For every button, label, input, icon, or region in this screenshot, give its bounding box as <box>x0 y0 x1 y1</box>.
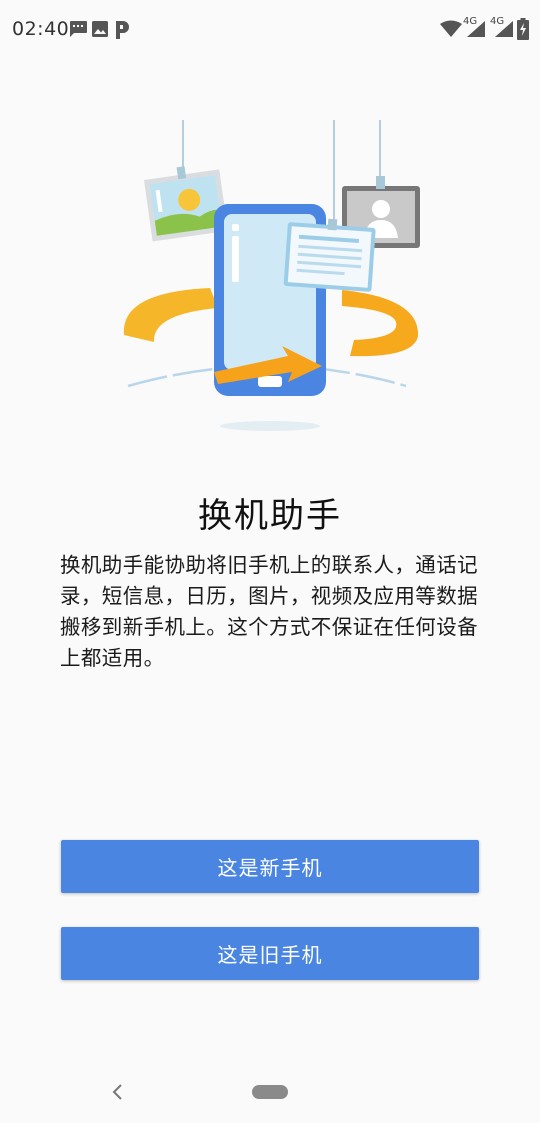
message-icon <box>70 21 87 37</box>
signal-icon <box>467 21 485 37</box>
navigation-bar <box>0 1065 540 1123</box>
status-time: 02:40 <box>12 18 70 40</box>
page-title: 换机助手 <box>198 496 342 536</box>
status-bar: 02:40 4G 4G <box>0 0 540 58</box>
phone-transfer-illustration <box>123 120 420 431</box>
image-icon <box>92 21 108 37</box>
home-pill-icon[interactable] <box>252 1085 288 1099</box>
battery-charging-icon <box>517 18 529 40</box>
page-description: 换机助手能协助将旧手机上的联系人，通话记录，短信息，日历，图片，视频及应用等数据… <box>60 553 478 670</box>
signal-icon-2 <box>495 21 513 37</box>
back-icon[interactable] <box>108 1081 128 1103</box>
new-phone-button[interactable]: 这是新手机 <box>61 840 479 893</box>
parking-icon <box>116 21 129 39</box>
old-phone-button[interactable]: 这是旧手机 <box>61 927 479 980</box>
wifi-icon <box>440 20 462 37</box>
screen: 02:40 4G 4G 换机助手 换机助手能协助将旧手机上的联系人，通话记录，短… <box>0 0 540 1123</box>
document-card-icon <box>283 218 376 292</box>
